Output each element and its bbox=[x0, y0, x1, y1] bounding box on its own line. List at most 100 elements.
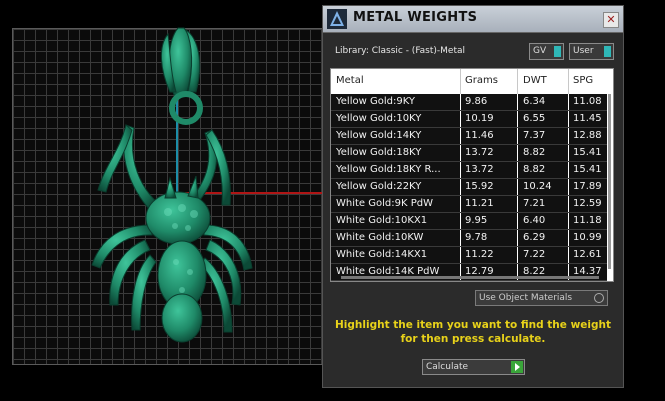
table-row[interactable]: White Gold:10KX1 9.95 6.40 11.18 bbox=[331, 213, 607, 230]
cell-divider bbox=[460, 145, 461, 161]
dwt-cell: 7.21 bbox=[523, 198, 546, 209]
panel-title: METAL WEIGHTS bbox=[353, 10, 478, 25]
metal-cell: White Gold:10KX1 bbox=[336, 215, 428, 226]
cell-divider bbox=[568, 213, 569, 229]
gv-toggle[interactable]: GV bbox=[529, 43, 564, 60]
cell-divider bbox=[517, 230, 518, 246]
cell-divider bbox=[568, 145, 569, 161]
play-arrow-icon bbox=[511, 361, 523, 373]
spg-cell: 12.88 bbox=[573, 130, 602, 141]
metal-cell: Yellow Gold:9KY bbox=[336, 96, 415, 107]
grams-cell: 9.78 bbox=[465, 232, 488, 243]
column-header-spg[interactable]: SPG bbox=[573, 75, 593, 86]
table-body: Yellow Gold:9KY 9.86 6.34 11.08 Yellow Gold:… bbox=[331, 94, 607, 281]
dwt-cell: 7.37 bbox=[523, 130, 546, 141]
metal-cell: Yellow Gold:10KY bbox=[336, 113, 422, 124]
spg-cell: 11.08 bbox=[573, 96, 602, 107]
table-row[interactable]: Yellow Gold:14KY 11.46 7.37 12.88 bbox=[331, 128, 607, 145]
cell-divider bbox=[568, 111, 569, 127]
library-label: Library: Classic - (Fast)-Metal bbox=[335, 46, 466, 56]
cell-divider bbox=[460, 162, 461, 178]
metal-cell: Yellow Gold:14KY bbox=[336, 130, 422, 141]
cell-divider bbox=[460, 128, 461, 144]
dwt-cell: 8.82 bbox=[523, 147, 546, 158]
cell-divider bbox=[460, 111, 461, 127]
3d-viewport[interactable] bbox=[0, 0, 325, 401]
dwt-cell: 6.29 bbox=[523, 232, 546, 243]
cell-divider bbox=[517, 145, 518, 161]
table-row[interactable]: Yellow Gold:9KY 9.86 6.34 11.08 bbox=[331, 94, 607, 111]
toggle-knob-icon bbox=[554, 46, 561, 57]
calculate-button[interactable]: Calculate bbox=[422, 359, 525, 375]
dwt-cell: 6.55 bbox=[523, 113, 546, 124]
cell-divider bbox=[460, 179, 461, 195]
cell-divider bbox=[460, 213, 461, 229]
cell-divider bbox=[517, 196, 518, 212]
table-row[interactable]: Yellow Gold:10KY 10.19 6.55 11.45 bbox=[331, 111, 607, 128]
grams-cell: 15.92 bbox=[465, 181, 494, 192]
table-row[interactable]: Yellow Gold:22KY 15.92 10.24 17.89 bbox=[331, 179, 607, 196]
table-row[interactable]: White Gold:10KW 9.78 6.29 10.99 bbox=[331, 230, 607, 247]
close-icon[interactable]: ✕ bbox=[603, 12, 619, 28]
panel-titlebar[interactable]: METAL WEIGHTS ✕ bbox=[323, 6, 623, 33]
column-header-dwt[interactable]: DWT bbox=[523, 75, 547, 86]
user-toggle[interactable]: User bbox=[569, 43, 614, 60]
cell-divider bbox=[568, 230, 569, 246]
cell-divider bbox=[460, 94, 461, 110]
cell-divider bbox=[517, 128, 518, 144]
horizontal-scrollbar[interactable] bbox=[341, 276, 599, 279]
cell-divider bbox=[517, 94, 518, 110]
vertical-scrollbar[interactable] bbox=[608, 94, 611, 269]
table-row[interactable]: White Gold:14KX1 11.22 7.22 12.61 bbox=[331, 247, 607, 264]
grams-cell: 9.95 bbox=[465, 215, 488, 226]
grams-cell: 9.86 bbox=[465, 96, 488, 107]
cell-divider bbox=[568, 162, 569, 178]
metal-cell: Yellow Gold:18KY R... bbox=[336, 164, 441, 175]
metal-table: Metal Grams DWT SPG Yellow Gold:9KY 9.86 6… bbox=[330, 68, 614, 282]
spider-pendant-model[interactable] bbox=[0, 0, 325, 401]
cell-divider bbox=[517, 213, 518, 229]
dwt-cell: 6.34 bbox=[523, 96, 546, 107]
metal-cell: Yellow Gold:22KY bbox=[336, 181, 422, 192]
cell-divider bbox=[568, 128, 569, 144]
metal-weights-panel: METAL WEIGHTS ✕ Library: Classic - (Fast… bbox=[322, 5, 624, 388]
user-toggle-label: User bbox=[573, 46, 594, 56]
spg-cell: 10.99 bbox=[573, 232, 602, 243]
use-object-materials-label: Use Object Materials bbox=[479, 293, 573, 303]
cell-divider bbox=[460, 247, 461, 263]
table-header: Metal Grams DWT SPG bbox=[331, 69, 613, 94]
metal-cell: White Gold:14KX1 bbox=[336, 249, 428, 260]
metal-cell: Yellow Gold:18KY bbox=[336, 147, 422, 158]
cell-divider bbox=[568, 247, 569, 263]
app-logo-icon bbox=[327, 9, 347, 29]
grams-cell: 13.72 bbox=[465, 164, 494, 175]
dwt-cell: 6.40 bbox=[523, 215, 546, 226]
spg-cell: 12.61 bbox=[573, 249, 602, 260]
toggle-knob-icon bbox=[604, 46, 611, 57]
dwt-cell: 10.24 bbox=[523, 181, 552, 192]
column-header-grams[interactable]: Grams bbox=[465, 75, 498, 86]
cell-divider bbox=[517, 247, 518, 263]
dwt-cell: 7.22 bbox=[523, 249, 546, 260]
spg-cell: 15.41 bbox=[573, 164, 602, 175]
radio-circle-icon bbox=[594, 293, 604, 303]
table-row[interactable]: White Gold:9K PdW 11.21 7.21 12.59 bbox=[331, 196, 607, 213]
spg-cell: 15.41 bbox=[573, 147, 602, 158]
metal-cell: White Gold:9K PdW bbox=[336, 198, 433, 209]
spg-cell: 17.89 bbox=[573, 181, 602, 192]
cell-divider bbox=[517, 179, 518, 195]
column-header-metal[interactable]: Metal bbox=[336, 75, 364, 86]
spg-cell: 12.59 bbox=[573, 198, 602, 209]
cell-divider bbox=[460, 230, 461, 246]
calculate-label: Calculate bbox=[426, 362, 469, 372]
table-row[interactable]: Yellow Gold:18KY 13.72 8.82 15.41 bbox=[331, 145, 607, 162]
instruction-text: Highlight the item you want to find the … bbox=[335, 319, 611, 345]
table-row[interactable]: Yellow Gold:18KY R... 13.72 8.82 15.41 bbox=[331, 162, 607, 179]
cell-divider bbox=[568, 94, 569, 110]
cell-divider bbox=[568, 179, 569, 195]
cell-divider bbox=[517, 111, 518, 127]
grams-cell: 11.46 bbox=[465, 130, 494, 141]
spg-cell: 11.45 bbox=[573, 113, 602, 124]
grams-cell: 10.19 bbox=[465, 113, 494, 124]
use-object-materials-dropdown[interactable]: Use Object Materials bbox=[475, 290, 608, 306]
